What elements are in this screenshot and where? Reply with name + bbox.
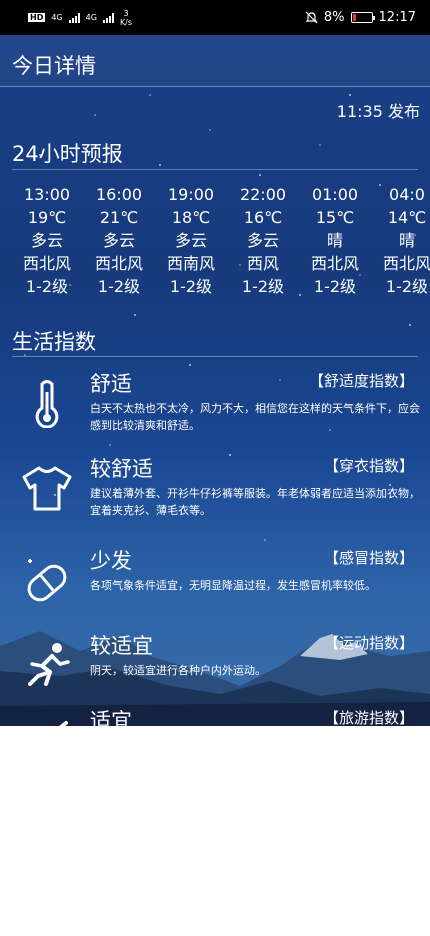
hour-wind-dir: 西北风	[310, 254, 359, 273]
index-description: 阴天，较适宜进行各种户内外运动。	[90, 664, 266, 677]
hour-temp: 18℃	[171, 208, 211, 227]
hour-wind-level: 1-2级	[97, 277, 141, 296]
status-bar: HD 4G 4G 3 K/s 8% 12:17	[0, 0, 430, 35]
publish-time: 11:35 发布	[336, 102, 420, 121]
hour-temp: 19℃	[27, 208, 67, 227]
hour-forecast-item: 22:00 16℃ 多云 西风 1-2级	[227, 183, 299, 298]
hour-time: 01:00	[311, 185, 359, 204]
hour-weather: 晴	[326, 231, 343, 250]
network-type-1: 4G	[51, 13, 63, 22]
running-icon	[28, 643, 70, 686]
hour-weather: 多云	[174, 231, 207, 250]
index-category: 【旅游指数】	[323, 709, 414, 726]
hour-forecast-item: 13:00 19℃ 多云 西北风 1-2级	[11, 183, 83, 298]
hour-wind-dir: 西北风	[94, 254, 143, 273]
thermometer-icon	[35, 380, 59, 428]
hour-time: 19:00	[167, 185, 215, 204]
life-index-item[interactable]: 舒适 【舒适度指数】 白天不太热也不太冷，风力不大，相信您在这样的天气条件下，应…	[0, 368, 430, 458]
life-index-item[interactable]: 少发 【感冒指数】 各项气象条件适宜，无明显降温过程，发生感冒机率较低。	[0, 545, 430, 635]
hour-wind-level: 1-2级	[241, 277, 285, 296]
hour-time: 22:00	[239, 185, 287, 204]
index-description: 白天不太热也不太冷，风力不大，相信您在这样的天气条件下，应会感到比较清爽和舒适。	[90, 402, 420, 432]
hour-wind-dir: 西北风	[22, 254, 71, 273]
net-speed-value: 3	[123, 8, 129, 18]
hour-temp: 14℃	[387, 208, 427, 227]
index-category: 【感冒指数】	[323, 549, 414, 567]
hour-time: 04:0	[389, 185, 425, 204]
hour-weather: 晴	[398, 231, 415, 250]
signal-icon	[68, 12, 80, 23]
battery-icon	[350, 12, 375, 23]
life-index-divider	[12, 356, 418, 357]
net-speed: 3 K/s	[120, 9, 132, 27]
hour-forecast-item: 04:0 14℃ 晴 西北风 1-2级	[371, 183, 430, 298]
hourly-forecast-list[interactable]: 13:00 19℃ 多云 西北风 1-2级 16:00 21℃ 多云 西北风 1…	[0, 183, 430, 298]
hour-forecast-item-clipped: 04:0 14℃ 晴 西北风 1-2级	[371, 183, 430, 298]
hour-wind-level: 1-2级	[25, 277, 69, 296]
net-speed-unit: K/s	[119, 17, 133, 27]
mute-bell-icon	[305, 11, 318, 24]
hour-forecast-item: 16:00 21℃ 多云 西北风 1-2级	[83, 183, 155, 298]
index-description: 各项气象条件适宜，无明显降温过程，发生感冒机率较低。	[90, 579, 376, 592]
life-index-item[interactable]: 适宜 【旅游指数】	[0, 705, 430, 726]
hd-badge: HD	[28, 13, 46, 22]
index-category: 【穿衣指数】	[323, 457, 414, 475]
weather-detail-screen[interactable]: 今日详情 11:35 发布 24小时预报 13:00 19℃ 多云 西北风 1-…	[0, 35, 430, 726]
life-index-section-title: 生活指数	[12, 330, 96, 354]
forecast-section-title: 24小时预报	[12, 142, 123, 166]
hour-wind-level: 1-2级	[385, 277, 429, 296]
hour-temp: 21℃	[99, 208, 139, 227]
forecast-divider	[12, 169, 418, 170]
tshirt-icon	[22, 466, 72, 511]
hour-time: 16:00	[95, 185, 143, 204]
hour-weather: 多云	[102, 231, 135, 250]
index-level: 少发	[90, 549, 132, 573]
app-bar: 今日详情	[0, 35, 430, 87]
hour-temp: 15℃	[315, 208, 355, 227]
hour-wind-level: 1-2级	[169, 277, 213, 296]
index-category: 【舒适度指数】	[308, 372, 414, 390]
life-index-item[interactable]: 较舒适 【穿衣指数】 建议着薄外套、开衫牛仔衫裤等服装。年老体弱者应适当添加衣物…	[0, 453, 430, 543]
status-left: HD 4G 4G 3 K/s	[28, 9, 132, 27]
hour-temp: 16℃	[243, 208, 283, 227]
index-level: 舒适	[90, 372, 132, 396]
index-level: 适宜	[90, 709, 132, 726]
hour-time: 13:00	[23, 185, 71, 204]
clock: 12:17	[378, 10, 416, 25]
page-title: 今日详情	[12, 54, 96, 78]
index-description: 建议着薄外套、开衫牛仔衫裤等服装。年老体弱者应适当添加衣物，宜着夹克衫、薄毛衣等…	[90, 487, 420, 517]
hour-wind-level: 1-2级	[313, 277, 357, 296]
plane-icon	[59, 721, 68, 726]
index-level: 较舒适	[90, 457, 153, 481]
index-level: 较适宜	[90, 634, 153, 658]
signal-icon-2	[102, 12, 114, 23]
hour-weather: 多云	[30, 231, 63, 250]
hour-forecast-item: 19:00 18℃ 多云 西南风 1-2级	[155, 183, 227, 298]
status-right: 8% 12:17	[305, 10, 416, 25]
hour-forecast-item: 01:00 15℃ 晴 西北风 1-2级	[299, 183, 371, 298]
battery-percent: 8%	[323, 10, 345, 25]
index-category: 【运动指数】	[323, 634, 414, 652]
hour-weather: 多云	[246, 231, 279, 250]
hour-wind-dir: 西南风	[166, 254, 215, 273]
hour-wind-dir: 西北风	[382, 254, 430, 273]
network-type-2: 4G	[85, 13, 97, 22]
pill-icon	[27, 559, 67, 602]
hour-wind-dir: 西风	[246, 254, 279, 273]
